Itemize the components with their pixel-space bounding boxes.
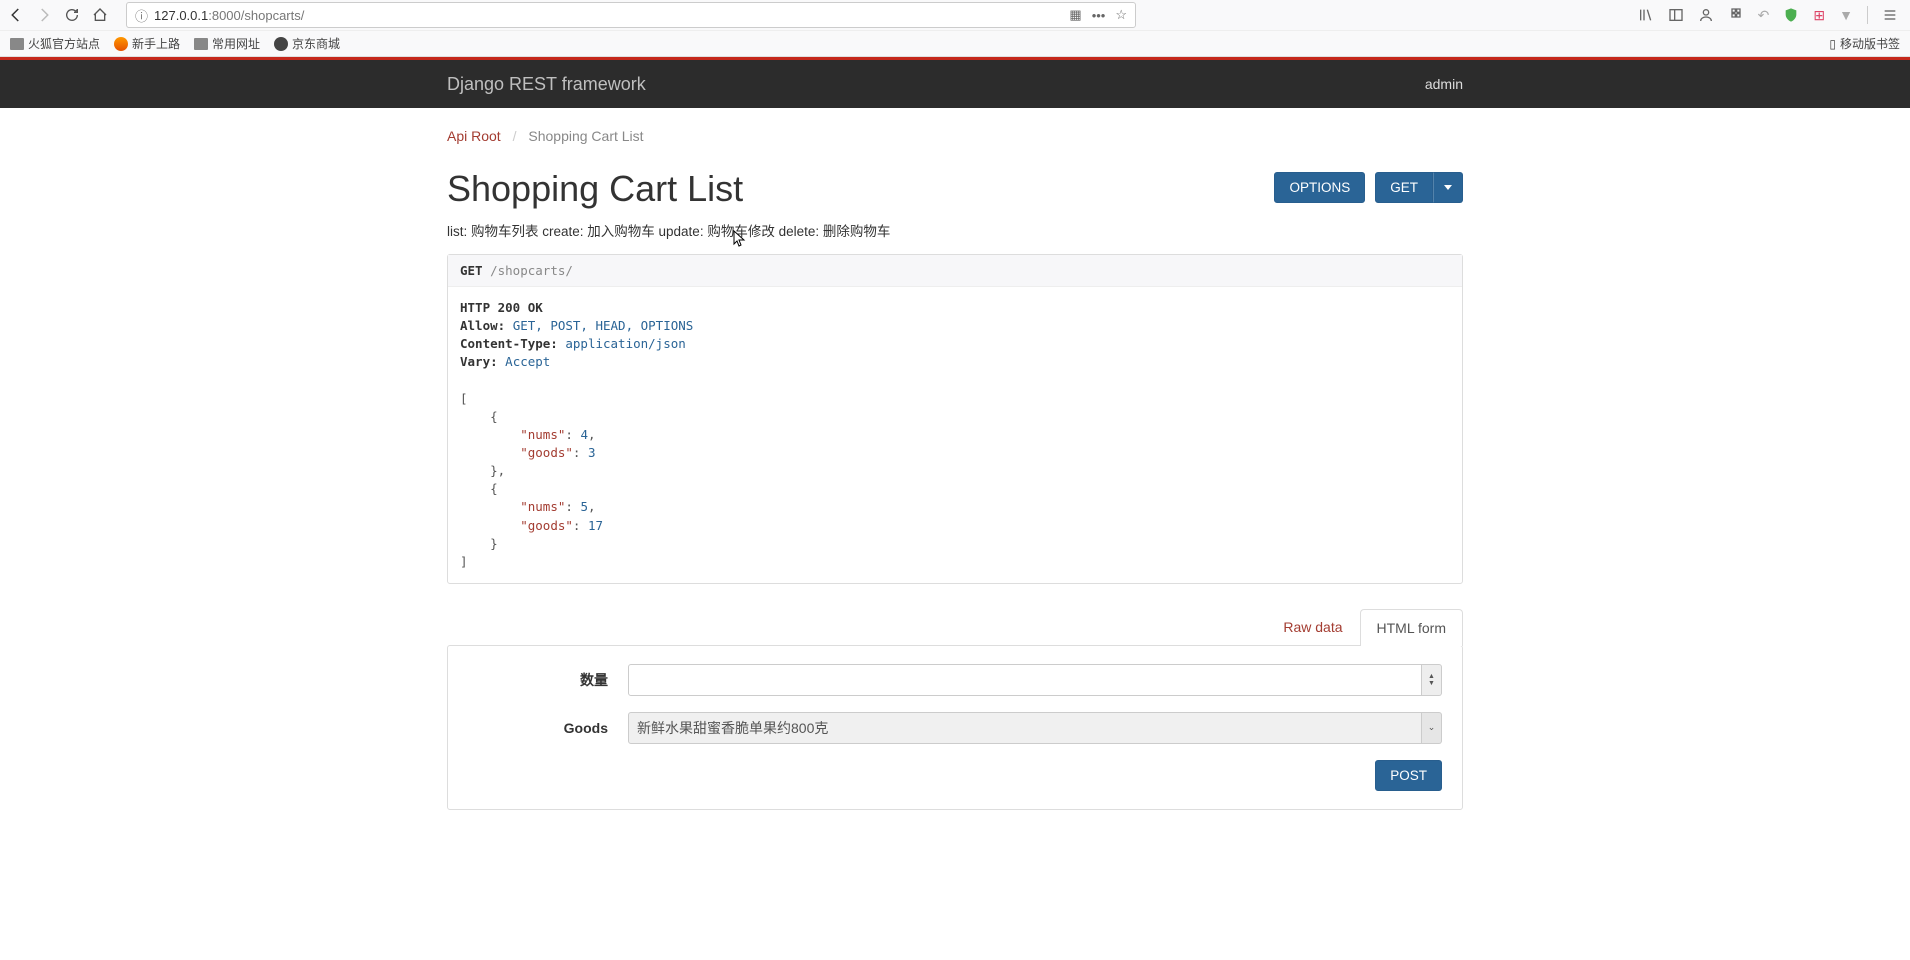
post-button[interactable]: POST (1375, 760, 1442, 791)
extension-icon[interactable]: ⊞ (1813, 7, 1825, 24)
drf-navbar: Django REST framework admin (0, 60, 1910, 108)
breadcrumb: Api Root / Shopping Cart List (447, 128, 1463, 144)
tab-raw-data[interactable]: Raw data (1266, 608, 1359, 645)
url-path: :8000/shopcarts/ (208, 8, 304, 23)
mobile-icon: ▯ (1829, 37, 1836, 51)
bookmark-newbie[interactable]: 新手上路 (114, 35, 180, 52)
page-title: Shopping Cart List (447, 168, 890, 210)
page-description: list: 购物车列表 create: 加入购物车 update: 购物车修改 … (447, 220, 890, 240)
brand-link[interactable]: Django REST framework (447, 74, 646, 95)
stepper-down-icon: ▼ (1428, 680, 1435, 687)
form-tabs: Raw data HTML form (447, 608, 1463, 645)
status-line: HTTP 200 OK (460, 300, 543, 315)
page-actions-icon[interactable]: ••• (1092, 8, 1106, 23)
select-dropdown-toggle[interactable]: ⌄ (1422, 712, 1442, 744)
bookmark-jd[interactable]: 京东商城 (274, 35, 340, 52)
shield-icon[interactable] (1783, 7, 1799, 23)
browser-toolbar: ⓘ 127.0.0.1:8000/shopcarts/ ▦ ••• ☆ ↶ ⊞ … (0, 0, 1910, 30)
qty-input[interactable] (628, 664, 1422, 696)
addons-icon[interactable] (1728, 7, 1744, 23)
bookmark-firefox[interactable]: 火狐官方站点 (10, 35, 100, 52)
caret-down-icon (1444, 185, 1452, 190)
browser-chrome: ⓘ 127.0.0.1:8000/shopcarts/ ▦ ••• ☆ ↶ ⊞ … (0, 0, 1910, 57)
reload-button[interactable] (62, 5, 82, 25)
goods-label: Goods (468, 720, 628, 736)
url-bar[interactable]: ⓘ 127.0.0.1:8000/shopcarts/ ▦ ••• ☆ (126, 2, 1136, 28)
request-line: GET /shopcarts/ (448, 255, 1462, 287)
request-path: /shopcarts/ (490, 263, 573, 278)
form-row-goods: Goods 新鲜水果甜蜜香脆单果约800克 ⌄ (468, 712, 1442, 744)
main-container: Api Root / Shopping Cart List Shopping C… (447, 108, 1463, 810)
user-menu[interactable]: admin (1425, 76, 1463, 92)
form-row-qty: 数量 ▲▼ (468, 664, 1442, 696)
request-response-box: GET /shopcarts/ HTTP 200 OK Allow: GET, … (447, 254, 1463, 584)
get-button[interactable]: GET (1375, 172, 1433, 203)
qty-stepper[interactable]: ▲▼ (1422, 664, 1442, 696)
account-icon[interactable] (1698, 7, 1714, 23)
goods-select[interactable]: 新鲜水果甜蜜香脆单果约800克 (628, 712, 1422, 744)
chevron-down-icon: ⌄ (1428, 722, 1436, 733)
get-dropdown-toggle[interactable] (1433, 172, 1463, 203)
library-icon[interactable] (1638, 7, 1654, 23)
response-body: HTTP 200 OK Allow: GET, POST, HEAD, OPTI… (448, 287, 1462, 583)
forward-button[interactable] (34, 5, 54, 25)
back-button[interactable] (6, 5, 26, 25)
bookmark-bar: 火狐官方站点 新手上路 常用网址 京东商城 ▯ 移动版书签 (0, 30, 1910, 56)
request-method: GET (460, 263, 483, 278)
divider (1867, 6, 1868, 24)
info-icon: ⓘ (135, 6, 148, 25)
breadcrumb-current: Shopping Cart List (528, 128, 643, 144)
sidebar-icon[interactable] (1668, 7, 1684, 23)
undo-icon[interactable]: ↶ (1758, 7, 1770, 24)
qr-icon[interactable]: ▦ (1069, 7, 1081, 23)
qty-label: 数量 (468, 670, 628, 690)
breadcrumb-separator: / (513, 128, 517, 144)
home-button[interactable] (90, 5, 110, 25)
tab-html-form[interactable]: HTML form (1360, 609, 1463, 646)
menu-icon[interactable] (1882, 7, 1898, 23)
breadcrumb-root[interactable]: Api Root (447, 128, 501, 144)
html-form-panel: 数量 ▲▼ Goods 新鲜水果甜蜜香脆单果约800克 ⌄ POST (447, 645, 1463, 810)
mobile-bookmarks[interactable]: ▯ 移动版书签 (1829, 35, 1900, 52)
url-host: 127.0.0.1 (154, 8, 208, 23)
options-button[interactable]: OPTIONS (1274, 172, 1365, 203)
stepper-up-icon: ▲ (1428, 673, 1435, 680)
toolbar-right-icons: ↶ ⊞ ▼ (1638, 6, 1898, 24)
bookmark-common[interactable]: 常用网址 (194, 35, 260, 52)
download-icon[interactable]: ▼ (1839, 7, 1853, 23)
bookmark-star-icon[interactable]: ☆ (1115, 7, 1127, 23)
